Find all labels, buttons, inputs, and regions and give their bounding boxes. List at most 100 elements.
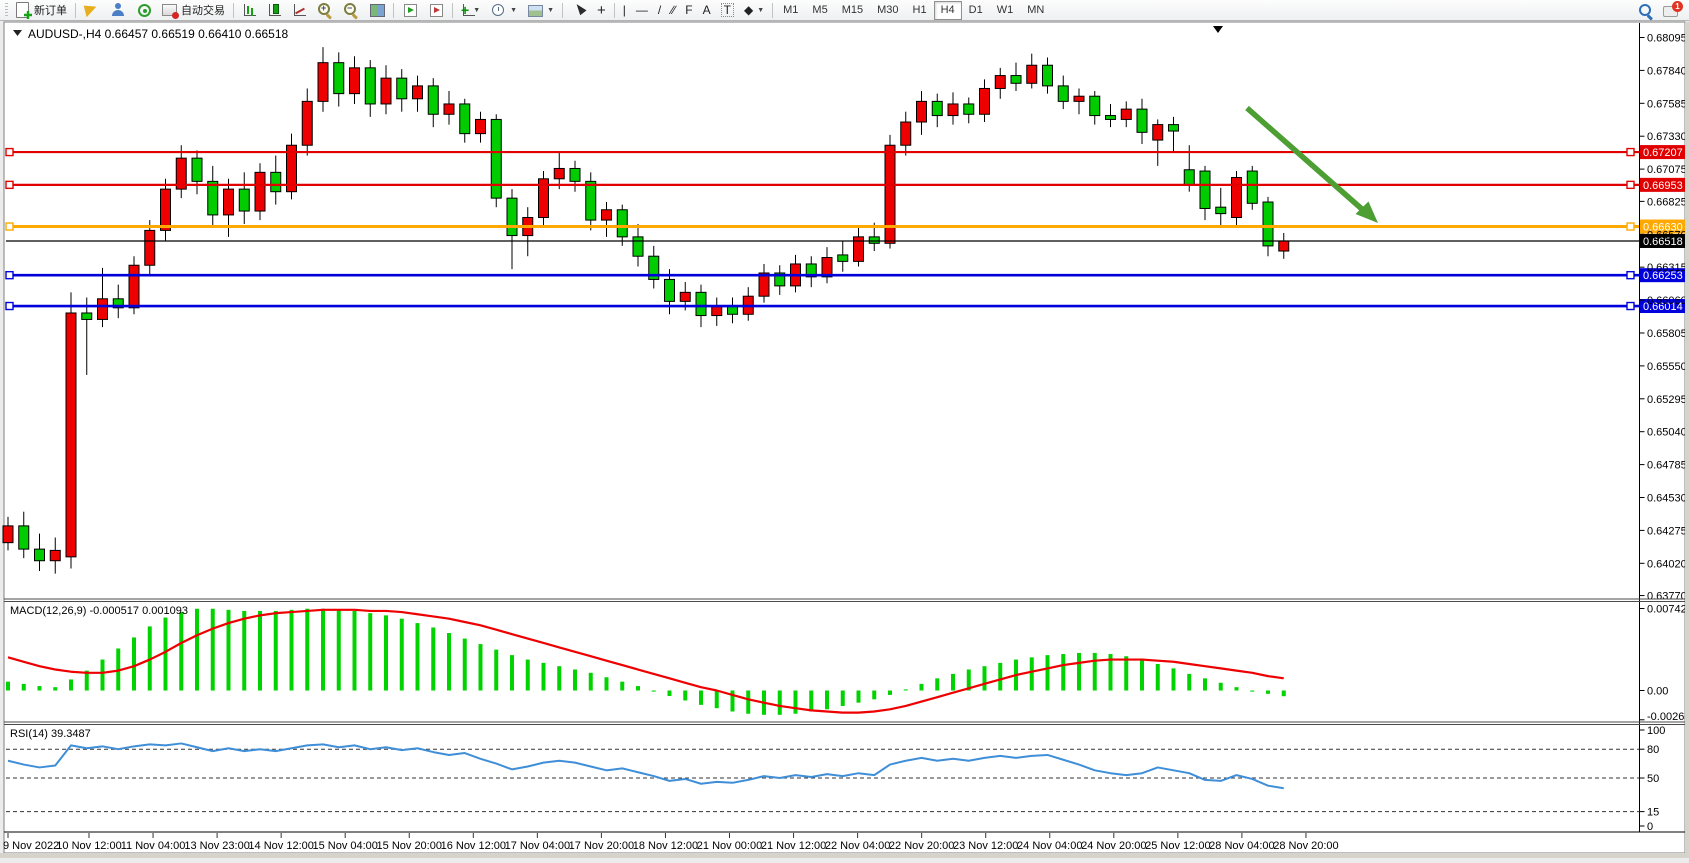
svg-text:25 Nov 12:00: 25 Nov 12:00 — [1145, 840, 1210, 852]
svg-text:0.007422: 0.007422 — [1647, 603, 1689, 615]
zoom-out-button[interactable]: − — [338, 1, 364, 20]
svg-text:22 Nov 20:00: 22 Nov 20:00 — [889, 840, 954, 852]
timeframe-button-M1[interactable]: M1 — [776, 1, 805, 20]
chart-canvas[interactable]: 0.672070.669530.666300.662530.660140.665… — [0, 21, 1689, 858]
toolbar-grip — [5, 3, 8, 18]
svg-text:0.67207: 0.67207 — [1643, 147, 1683, 159]
periods-button[interactable]: ▼ — [485, 1, 522, 20]
svg-text:0.65550: 0.65550 — [1647, 361, 1687, 373]
window-bottom-edge — [0, 853, 1689, 858]
chevron-down-icon: ▼ — [547, 7, 554, 14]
chart-shift-button[interactable] — [423, 1, 449, 20]
svg-text:13 Nov 23:00: 13 Nov 23:00 — [184, 840, 249, 852]
timeframe-button-H1[interactable]: H1 — [906, 1, 934, 20]
crosshair-tool-button[interactable]: + — [592, 1, 611, 20]
svg-text:21 Nov 00:00: 21 Nov 00:00 — [697, 840, 762, 852]
chevron-down-icon: ▼ — [757, 7, 764, 14]
zoom-out-icon: − — [343, 2, 359, 18]
fibonacci-tool-button[interactable]: F — [680, 1, 697, 20]
vertical-line-tool-button[interactable]: | — [618, 1, 631, 20]
svg-text:0.66570: 0.66570 — [1647, 229, 1687, 241]
toolbar-separator — [614, 3, 615, 18]
svg-text:24 Nov 04:00: 24 Nov 04:00 — [1017, 840, 1082, 852]
timeframe-button-M15[interactable]: M15 — [835, 1, 870, 20]
label-tool-button[interactable]: T — [716, 1, 739, 20]
timeframe-button-M5[interactable]: M5 — [805, 1, 834, 20]
svg-text:17 Nov 04:00: 17 Nov 04:00 — [505, 840, 570, 852]
toolbar-separator — [233, 3, 234, 18]
add-indicator-icon: + — [461, 3, 469, 17]
svg-text:10 Nov 12:00: 10 Nov 12:00 — [56, 840, 121, 852]
window-right-edge — [1685, 22, 1689, 853]
svg-text:0.00: 0.00 — [1647, 686, 1668, 698]
svg-text:24 Nov 20:00: 24 Nov 20:00 — [1081, 840, 1146, 852]
text-icon: A — [703, 4, 711, 16]
rsi-label: RSI(14) 39.3487 — [10, 728, 91, 740]
autotrading-label: 自动交易 — [181, 2, 225, 18]
svg-text:14 Nov 12:00: 14 Nov 12:00 — [248, 840, 313, 852]
candlestick-chart-button[interactable] — [262, 1, 287, 20]
tile-windows-icon — [369, 2, 385, 18]
auto-scroll-button[interactable] — [397, 1, 423, 20]
svg-text:0.64785: 0.64785 — [1647, 460, 1687, 472]
clock-icon — [490, 2, 506, 18]
svg-text:15: 15 — [1647, 807, 1659, 819]
svg-text:0.65805: 0.65805 — [1647, 328, 1687, 340]
timeframe-button-D1[interactable]: D1 — [962, 1, 990, 20]
fibonacci-icon: F — [685, 4, 692, 16]
community-button[interactable] — [105, 1, 131, 20]
svg-text:0.66060: 0.66060 — [1647, 295, 1687, 307]
trendline-tool-button[interactable]: / — [653, 1, 666, 20]
svg-text:15 Nov 04:00: 15 Nov 04:00 — [312, 840, 377, 852]
horizontal-line-tool-button[interactable]: — — [631, 1, 653, 20]
candlestick-chart-icon — [267, 3, 282, 17]
signals-button[interactable] — [131, 1, 157, 20]
timeframe-group: M1M5M15M30H1H4D1W1MN — [776, 1, 1051, 20]
bar-chart-button[interactable] — [237, 1, 262, 20]
autotrading-button[interactable]: 自动交易 — [157, 1, 230, 20]
alerts-button[interactable] — [79, 1, 105, 20]
svg-text:21 Nov 12:00: 21 Nov 12:00 — [761, 840, 826, 852]
timeframe-button-W1[interactable]: W1 — [990, 1, 1021, 20]
svg-text:0.66953: 0.66953 — [1643, 180, 1683, 192]
bar-chart-icon — [242, 3, 257, 17]
svg-text:0: 0 — [1647, 821, 1653, 833]
timeframe-button-H4[interactable]: H4 — [934, 1, 962, 20]
timeframe-button-M30[interactable]: M30 — [870, 1, 905, 20]
text-label-icon: T — [721, 3, 734, 17]
toolbar-separator — [75, 3, 76, 18]
svg-text:18 Nov 12:00: 18 Nov 12:00 — [633, 840, 698, 852]
svg-text:0.66825: 0.66825 — [1647, 196, 1687, 208]
new-order-label: 新订单 — [34, 2, 67, 18]
svg-text:28 Nov 04:00: 28 Nov 04:00 — [1209, 840, 1274, 852]
tile-windows-button[interactable] — [364, 1, 390, 20]
notifications-button[interactable]: 1 — [1658, 1, 1686, 20]
zoom-in-icon: + — [317, 2, 333, 18]
search-icon — [1637, 2, 1653, 18]
svg-text:0.65040: 0.65040 — [1647, 427, 1687, 439]
text-tool-button[interactable]: A — [698, 1, 716, 20]
svg-text:9 Nov 2022: 9 Nov 2022 — [3, 840, 59, 852]
timeframe-button-MN[interactable]: MN — [1020, 1, 1051, 20]
chart-shift-icon — [428, 2, 444, 18]
svg-text:50: 50 — [1647, 773, 1659, 785]
svg-text:0.65295: 0.65295 — [1647, 394, 1687, 406]
channel-tool-button[interactable]: ∕∕ — [666, 1, 680, 20]
main-toolbar: 新订单 自动交易 + − +▼ ▼ ▼ + | — / ∕∕ F A T ◆▼ … — [0, 0, 1689, 21]
chart-title: AUDUSD-,H4 0.66457 0.66519 0.66410 0.665… — [28, 27, 289, 41]
line-chart-button[interactable] — [287, 1, 312, 20]
svg-text:11 Nov 04:00: 11 Nov 04:00 — [121, 840, 186, 852]
svg-text:0.68095: 0.68095 — [1647, 33, 1687, 45]
arrows-tool-button[interactable]: ◆▼ — [739, 1, 769, 20]
indicators-button[interactable]: +▼ — [456, 1, 485, 20]
svg-text:28 Nov 20:00: 28 Nov 20:00 — [1273, 840, 1338, 852]
cursor-tool-button[interactable] — [566, 1, 592, 20]
channel-icon: ∕∕ — [671, 4, 675, 16]
search-button[interactable] — [1632, 1, 1658, 20]
zoom-in-button[interactable]: + — [312, 1, 338, 20]
new-order-button[interactable]: 新订单 — [10, 1, 72, 20]
svg-text:-0.002651: -0.002651 — [1647, 711, 1689, 723]
templates-button[interactable]: ▼ — [522, 1, 559, 20]
crosshair-icon: + — [597, 3, 606, 18]
notification-badge: 1 — [1672, 1, 1683, 12]
